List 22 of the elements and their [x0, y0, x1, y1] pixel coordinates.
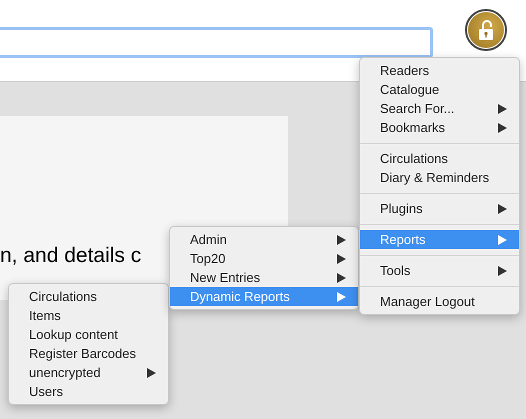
menu-item[interactable]: Diary & Reminders: [360, 168, 519, 187]
menu-item[interactable]: Bookmarks: [360, 118, 519, 137]
menu-item[interactable]: Readers: [360, 61, 519, 80]
unlocked-padlock-icon: [478, 20, 494, 40]
menu-item[interactable]: unencrypted: [9, 363, 168, 382]
menu-item[interactable]: New Entries: [170, 268, 358, 287]
menu-item[interactable]: Admin: [170, 230, 358, 249]
lock-button[interactable]: [465, 9, 507, 51]
menu-item[interactable]: Manager Logout: [360, 292, 519, 311]
menu-item[interactable]: Users: [9, 382, 168, 401]
body-text: n, and details c: [0, 243, 142, 269]
search-field[interactable]: [0, 27, 433, 58]
menu-item[interactable]: Register Barcodes: [9, 344, 168, 363]
menu-item[interactable]: Items: [9, 306, 168, 325]
menu-item[interactable]: Tools: [360, 261, 519, 280]
menu-item[interactable]: Catalogue: [360, 80, 519, 99]
menu-item[interactable]: Top20: [170, 249, 358, 268]
menu-item[interactable]: Plugins: [360, 199, 519, 218]
menu-item[interactable]: Lookup content: [9, 325, 168, 344]
menu-item[interactable]: Circulations: [9, 287, 168, 306]
menu-item[interactable]: Circulations: [360, 149, 519, 168]
menu-item[interactable]: Search For...: [360, 99, 519, 118]
